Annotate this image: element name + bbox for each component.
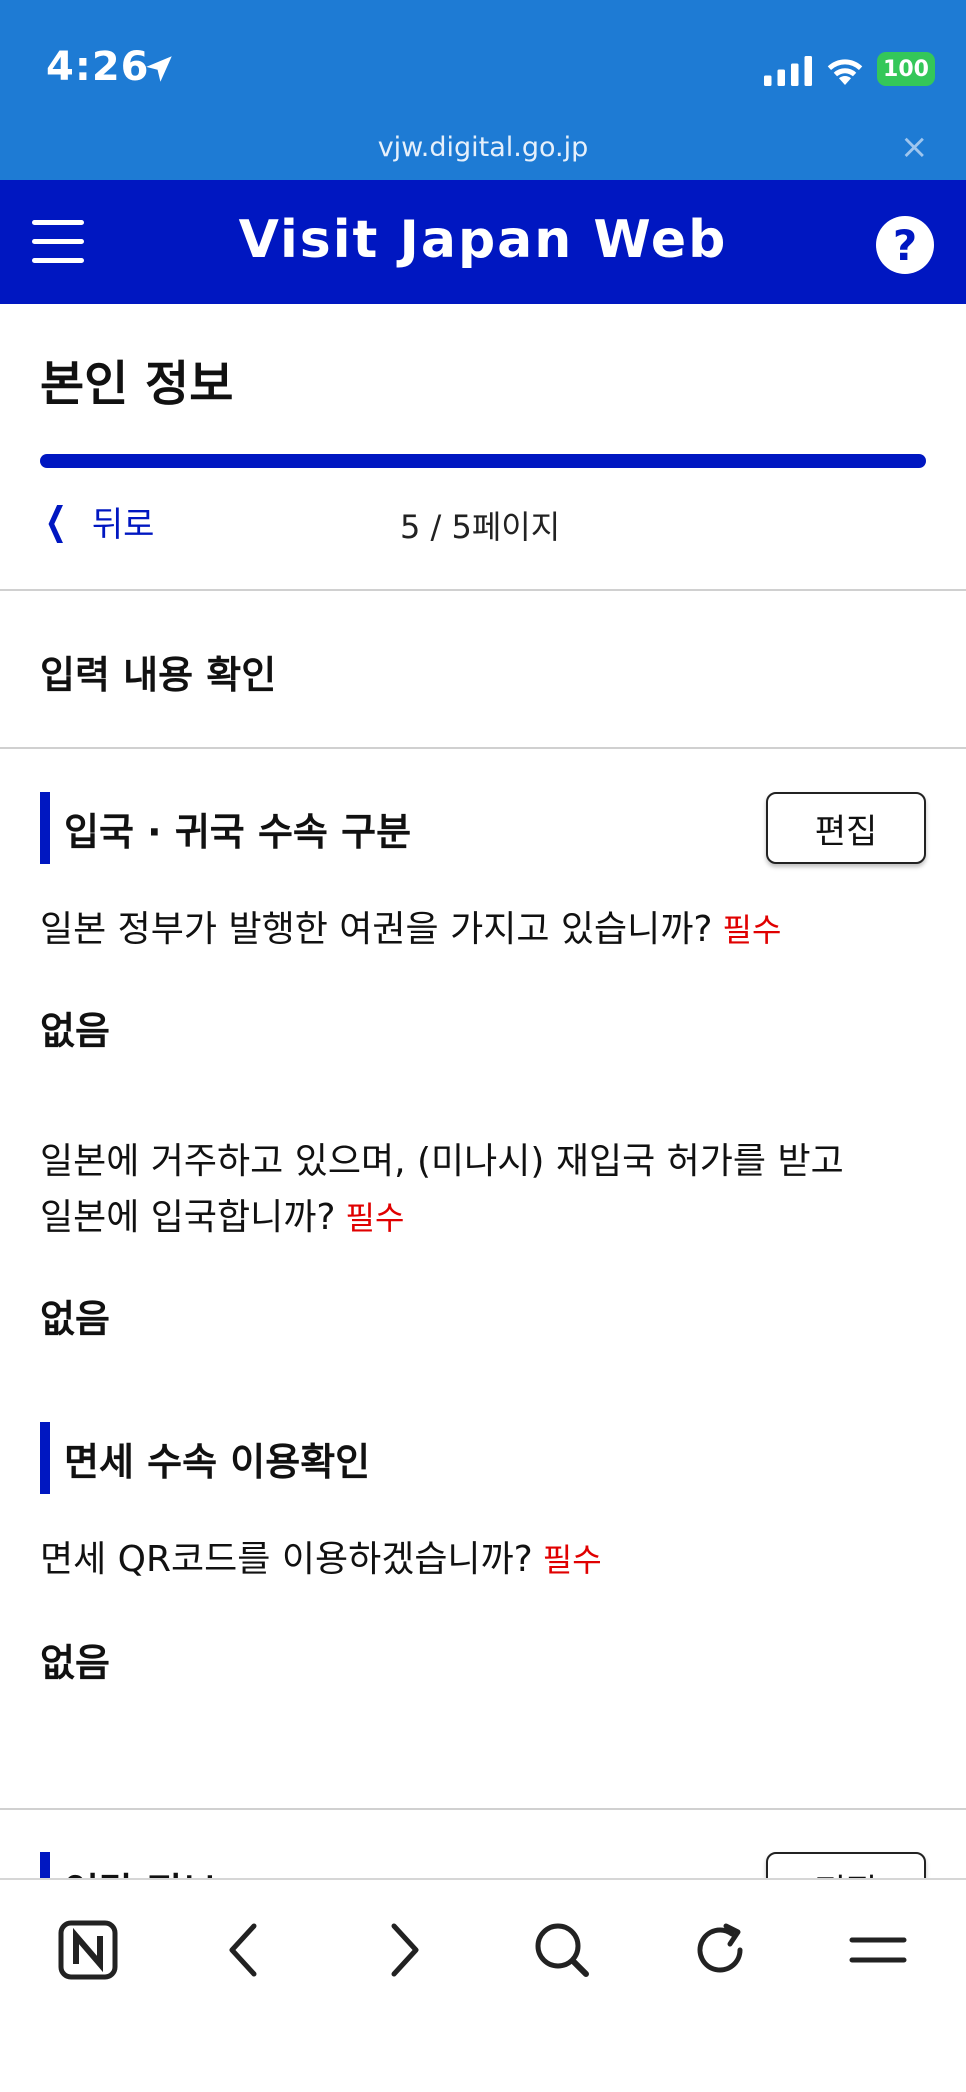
cellular-signal-icon [764, 56, 812, 86]
divider [0, 589, 966, 591]
block-heading-text: 입국 · 귀국 수속 구분 [64, 809, 412, 854]
location-arrow-icon [146, 56, 172, 82]
back-link[interactable]: ❮ 뒤로 [40, 496, 155, 546]
site-header: Visit Japan Web ? [0, 180, 966, 304]
question-passport: 일본 정부가 발행한 여권을 가지고 있습니까? 필수 [40, 902, 920, 958]
question-reentry: 일본에 거주하고 있으며, (미나시) 재입국 허가를 받고 일본에 입국합니까… [40, 1134, 920, 1246]
required-badge: 필수 [345, 1199, 405, 1237]
question-tax-free-qr: 면세 QR코드를 이용하겠습니까? 필수 [40, 1532, 920, 1588]
url-text[interactable]: vjw.digital.go.jp [0, 132, 966, 163]
screen: 4:26 100 vjw.digital.go.jp × Visit Japan… [0, 0, 966, 2092]
browser-chrome: 4:26 100 vjw.digital.go.jp × [0, 0, 966, 180]
section-title: 입력 내용 확인 [40, 653, 277, 697]
reload-icon[interactable] [680, 1910, 760, 1990]
divider [0, 747, 966, 749]
progress-bar [40, 454, 926, 468]
required-badge: 필수 [542, 1541, 602, 1579]
required-badge: 필수 [722, 911, 782, 949]
search-icon[interactable] [522, 1910, 602, 1990]
naver-icon[interactable] [48, 1910, 128, 1990]
heading-accent-bar [40, 792, 50, 864]
block-heading-entry-type: 입국 · 귀국 수속 구분 [40, 792, 411, 864]
back-icon[interactable] [204, 1910, 284, 1990]
chevron-left-icon: ❮ [44, 499, 68, 543]
page-counter: 5 / 5페이지 [400, 508, 561, 546]
back-label: 뒤로 [91, 504, 155, 545]
answer-value: 없음 [40, 1009, 110, 1053]
question-text-line2: 일본에 입국합니까? [40, 1197, 336, 1238]
answer-value: 없음 [40, 1297, 110, 1341]
site-title[interactable]: Visit Japan Web [0, 210, 966, 270]
block-heading-text: 면세 수속 이용확인 [64, 1439, 371, 1484]
edit-button[interactable]: 편집 [766, 792, 926, 864]
close-icon[interactable]: × [900, 130, 929, 164]
forward-icon[interactable] [364, 1910, 444, 1990]
block-heading-tax-free: 면세 수속 이용확인 [40, 1422, 370, 1494]
divider [0, 1808, 966, 1810]
menu-icon[interactable] [838, 1910, 918, 1990]
question-text: 면세 QR코드를 이용하겠습니까? [40, 1539, 533, 1580]
progress-fill [40, 454, 926, 468]
status-time: 4:26 [46, 44, 150, 90]
question-text-line1: 일본에 거주하고 있으며, (미나시) 재입국 허가를 받고 [40, 1141, 844, 1182]
browser-toolbar [0, 1878, 966, 2092]
question-text: 일본 정부가 발행한 여권을 가지고 있습니까? [40, 909, 713, 950]
heading-accent-bar [40, 1422, 50, 1494]
battery-indicator: 100 [877, 52, 935, 86]
help-icon[interactable]: ? [876, 216, 934, 274]
wifi-icon [827, 59, 863, 85]
answer-value: 없음 [40, 1641, 110, 1685]
page-title: 본인 정보 [40, 356, 234, 412]
